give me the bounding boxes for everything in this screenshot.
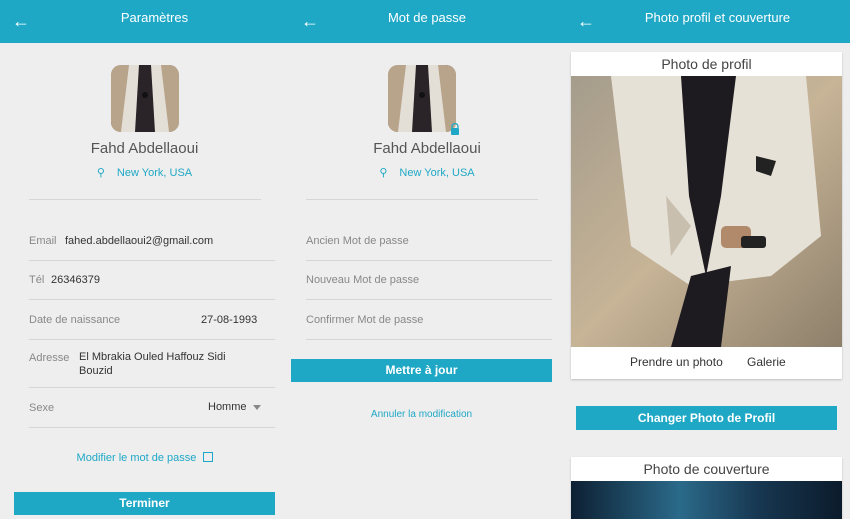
divider [29, 387, 275, 388]
photos-screen: ← Photo profil et couverture Photo de pr… [565, 0, 850, 519]
avatar-image [388, 65, 456, 132]
sex-value: Homme [208, 401, 247, 413]
cancel-link[interactable]: Annuler la modification [291, 409, 552, 420]
photos-title: Photo profil et couverture [644, 10, 791, 25]
sex-select[interactable]: Homme [208, 401, 261, 413]
profile-location: ⚲ New York, USA [0, 166, 289, 179]
divider [306, 199, 538, 200]
profile-photo [571, 76, 842, 347]
caret-down-icon [252, 404, 261, 410]
profile-avatar [111, 65, 179, 132]
location-text: New York, USA [116, 167, 193, 179]
settings-title: Paramètres [120, 10, 189, 25]
profile-photo-card: Photo de profil Prendre un photo Galerie [571, 52, 842, 379]
password-app-bar: ← Mot de passe [289, 0, 565, 43]
gallery-button[interactable]: Galerie [747, 355, 786, 369]
profile-location: ⚲ New York, USA [289, 166, 565, 179]
dob-field[interactable]: 27-08-1993 [201, 314, 257, 326]
tel-label: Tél [29, 274, 45, 286]
change-profile-photo-button[interactable]: Changer Photo de Profil [576, 406, 837, 430]
email-field[interactable]: fahed.abdellaoui2@gmail.com [65, 235, 213, 247]
settings-screen: ← Paramètres Fahd Abdellaoui ⚲ New York, … [0, 0, 289, 519]
edit-icon [203, 452, 214, 462]
profile-avatar [388, 65, 456, 132]
email-label: Email [29, 235, 57, 247]
cover-photo [571, 481, 842, 519]
old-password-field[interactable]: Ancien Mot de passe [306, 235, 409, 247]
divider [29, 299, 275, 300]
change-password-label: Modifier le mot de passe [76, 452, 197, 464]
settings-app-bar: ← Paramètres [0, 0, 289, 43]
password-title: Mot de passe [387, 10, 467, 25]
divider [306, 339, 552, 340]
photos-app-bar: ← Photo profil et couverture [565, 0, 850, 43]
divider [29, 199, 261, 200]
map-pin-icon: ⚲ [379, 167, 388, 179]
take-photo-button[interactable]: Prendre un photo [630, 355, 723, 369]
update-button[interactable]: Mettre à jour [291, 359, 552, 382]
cover-card-title: Photo de couverture [643, 461, 770, 477]
profile-card-title: Photo de profil [661, 56, 752, 72]
profile-name: Fahd Abdellaoui [90, 140, 199, 157]
address-line1[interactable]: El Mbrakia Ouled Haffouz Sidi [79, 351, 226, 363]
divider [29, 260, 275, 261]
confirm-password-field[interactable]: Confirmer Mot de passe [306, 314, 423, 326]
change-password-link[interactable]: Modifier le mot de passe [60, 451, 230, 464]
address-label: Adresse [29, 352, 70, 364]
new-password-field[interactable]: Nouveau Mot de passe [306, 274, 419, 286]
password-screen: ← Mot de passe Fahd Abdellaoui ⚲ New York… [289, 0, 565, 519]
dob-label: Date de naissance [29, 314, 121, 326]
lock-icon [450, 122, 460, 135]
divider [29, 427, 275, 428]
map-pin-icon: ⚲ [96, 167, 105, 179]
location-text: New York, USA [399, 167, 475, 179]
profile-name: Fahd Abdellaoui [373, 140, 481, 157]
cover-photo-card: Photo de couverture [571, 457, 842, 519]
finish-button[interactable]: Terminer [14, 492, 275, 515]
sex-label: Sexe [29, 402, 55, 414]
divider [29, 339, 275, 340]
divider [306, 299, 552, 300]
divider [306, 260, 552, 261]
tel-field[interactable]: 26346379 [51, 274, 100, 286]
avatar-image [111, 65, 179, 132]
address-line2[interactable]: Bouzid [79, 365, 113, 377]
